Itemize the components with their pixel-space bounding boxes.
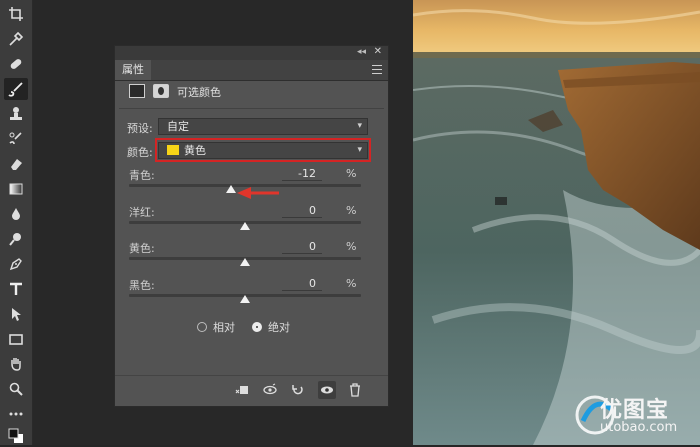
cyan-value-field[interactable]: -12 — [282, 167, 322, 181]
cyan-label: 青色: — [129, 169, 155, 182]
collapse-icon[interactable]: ◂◂ — [357, 47, 366, 57]
panel-menu-icon[interactable] — [372, 65, 382, 74]
brush-icon[interactable] — [4, 78, 28, 100]
panel-footer — [115, 375, 388, 406]
eraser-icon[interactable] — [4, 153, 28, 175]
document-image — [413, 0, 700, 445]
adjustment-layer-icon[interactable] — [129, 84, 145, 98]
colors-label: 颜色: — [127, 146, 153, 159]
blur-icon[interactable] — [4, 203, 28, 225]
gradient-icon[interactable] — [4, 178, 28, 200]
delete-icon[interactable] — [346, 381, 364, 399]
layer-mask-icon[interactable] — [153, 84, 169, 98]
radio-relative[interactable] — [197, 322, 207, 332]
adjustment-title: 可选颜色 — [177, 86, 221, 99]
crop-icon[interactable] — [4, 3, 28, 25]
pen-icon[interactable] — [4, 253, 28, 275]
tab-properties[interactable]: 属性 — [115, 60, 151, 80]
black-unit: % — [346, 277, 357, 290]
properties-panel: ◂◂ ✕ 属性 可选颜色 预设: 自定 ▾ 颜色: 黄色 ▾ 青色: -12 %… — [114, 45, 389, 407]
method-relative[interactable]: 相对 — [197, 319, 235, 335]
yellow-unit: % — [346, 240, 357, 253]
reset-icon[interactable] — [289, 381, 307, 399]
magenta-slider-thumb[interactable] — [240, 222, 250, 230]
preset-select[interactable]: 自定 ▾ — [158, 118, 368, 135]
preset-value: 自定 — [167, 120, 189, 133]
watermark-domain: utobao.com — [600, 420, 678, 435]
highlight-outline — [155, 138, 371, 162]
black-label: 黑色: — [129, 279, 155, 292]
view-previous-state-icon[interactable] — [261, 381, 279, 399]
method-absolute[interactable]: 绝对 — [252, 319, 290, 335]
absolute-label: 绝对 — [268, 321, 290, 334]
more-tools-icon[interactable] — [4, 403, 28, 425]
radio-absolute[interactable] — [252, 322, 262, 332]
divider — [119, 108, 384, 109]
healing-brush-icon[interactable] — [4, 53, 28, 75]
red-arrow-annotation — [237, 187, 279, 199]
rectangle-icon[interactable] — [4, 328, 28, 350]
panel-tab-bar: 属性 — [115, 60, 388, 81]
preset-label: 预设: — [127, 122, 153, 135]
magenta-unit: % — [346, 204, 357, 217]
magenta-value-field[interactable]: 0 — [282, 204, 322, 218]
history-brush-icon[interactable] — [4, 128, 28, 150]
cyan-unit: % — [346, 167, 357, 180]
visibility-icon[interactable] — [318, 381, 336, 399]
fg-bg-color-icon[interactable] — [4, 425, 28, 447]
black-value-field[interactable]: 0 — [282, 277, 322, 291]
chevron-down-icon: ▾ — [357, 121, 362, 131]
clip-to-layer-icon[interactable] — [233, 381, 251, 399]
yellow-label: 黄色: — [129, 242, 155, 255]
yellow-value-field[interactable]: 0 — [282, 240, 322, 254]
zoom-icon[interactable] — [4, 378, 28, 400]
tools-panel — [0, 0, 33, 445]
type-icon[interactable] — [4, 278, 28, 300]
path-selection-icon[interactable] — [4, 303, 28, 325]
hand-icon[interactable] — [4, 353, 28, 375]
black-slider-thumb[interactable] — [240, 295, 250, 303]
magenta-label: 洋红: — [129, 206, 155, 219]
panel-header-strip: ◂◂ ✕ — [115, 46, 388, 60]
clone-stamp-icon[interactable] — [4, 103, 28, 125]
eyedropper-icon[interactable] — [4, 28, 28, 50]
dodge-icon[interactable] — [4, 228, 28, 250]
close-icon[interactable]: ✕ — [374, 46, 382, 57]
yellow-slider-thumb[interactable] — [240, 258, 250, 266]
relative-label: 相对 — [213, 321, 235, 334]
